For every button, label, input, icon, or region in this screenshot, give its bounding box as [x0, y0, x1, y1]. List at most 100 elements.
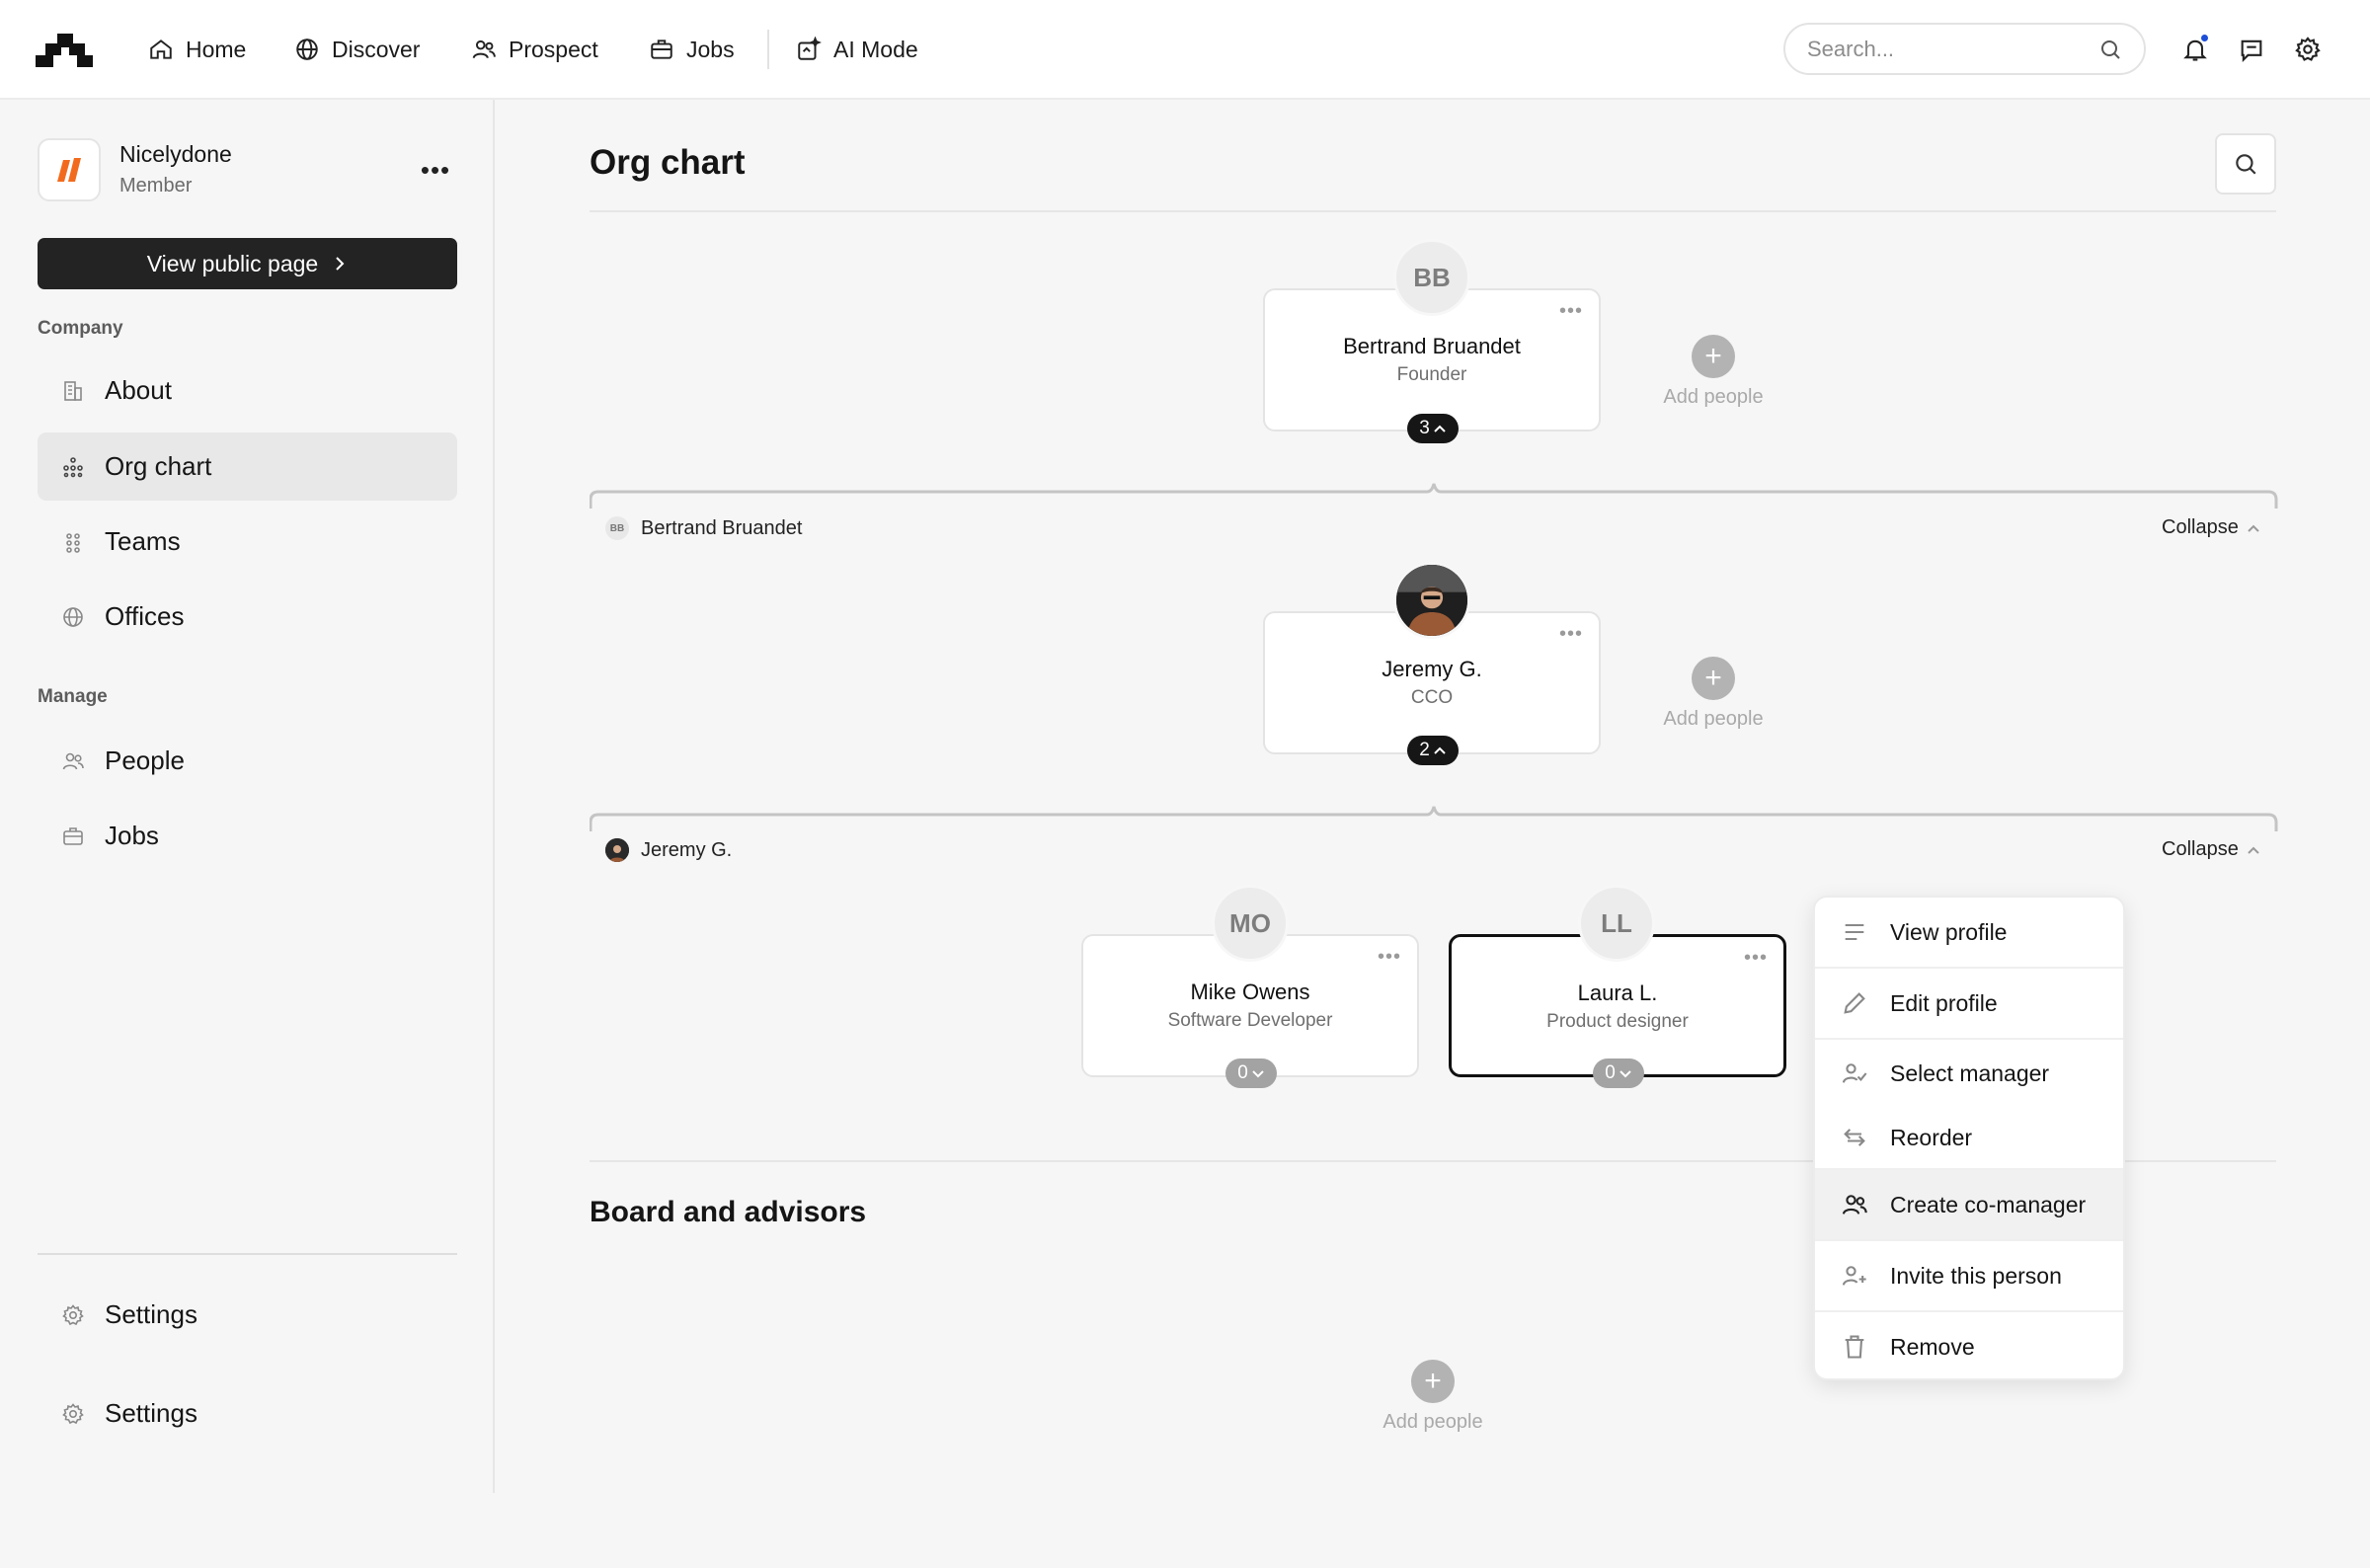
- sidebar-item-teams[interactable]: Teams: [38, 508, 457, 576]
- pencil-icon: [1844, 992, 1865, 1014]
- nav-ai-mode[interactable]: AI Mode: [796, 30, 918, 69]
- menu-item-create-co-manager[interactable]: Create co-manager: [1815, 1170, 2123, 1239]
- company-card: Nicelydone Member •••: [38, 137, 457, 202]
- menu-item-label: View profile: [1890, 918, 2008, 945]
- person-role: Founder: [1396, 364, 1467, 385]
- reports-count: 0: [1237, 1062, 1248, 1083]
- nav-jobs[interactable]: Jobs: [649, 30, 735, 69]
- search-icon: [2101, 39, 2120, 59]
- briefcase-icon: [651, 39, 672, 59]
- reports-toggle[interactable]: 2: [1407, 736, 1459, 765]
- page-title: Org chart: [590, 143, 746, 182]
- card-more-button[interactable]: •••: [1559, 300, 1583, 323]
- chevron-down-icon: [1620, 1070, 1631, 1078]
- teams-icon: [66, 532, 80, 553]
- mini-avatar-photo: [605, 838, 629, 862]
- menu-item-label: Select manager: [1890, 1059, 2050, 1086]
- sidebar-item-org-chart[interactable]: Org chart: [38, 432, 457, 501]
- branch-connector: [590, 806, 2278, 831]
- collapse-button[interactable]: Collapse: [2162, 516, 2260, 539]
- nav-home[interactable]: Home: [148, 30, 246, 69]
- card-more-button[interactable]: •••: [1559, 623, 1583, 646]
- collapse-label: Collapse: [2162, 516, 2239, 538]
- sidebar-item-offices[interactable]: Offices: [38, 583, 457, 651]
- branch-connector: [590, 483, 2278, 509]
- notification-dot: [2200, 34, 2209, 42]
- settings-button[interactable]: [2292, 34, 2324, 65]
- menu-item-reorder[interactable]: Reorder: [1815, 1107, 2123, 1168]
- add-people-button[interactable]: + Add people: [1644, 335, 1782, 409]
- menu-item-invite-person[interactable]: Invite this person: [1815, 1241, 2123, 1310]
- nav-discover-label: Discover: [332, 36, 421, 62]
- person-name: Bertrand Bruandet: [1343, 334, 1521, 358]
- sidebar-item-about[interactable]: About: [38, 356, 457, 425]
- sidebar-item-jobs[interactable]: Jobs: [38, 802, 457, 870]
- card-more-button[interactable]: •••: [1744, 947, 1768, 970]
- nav-jobs-label: Jobs: [686, 36, 735, 62]
- reports-toggle[interactable]: 0: [1593, 1058, 1644, 1088]
- global-search[interactable]: [1783, 23, 2146, 75]
- plus-icon: +: [1692, 657, 1735, 700]
- nav-prospect[interactable]: Prospect: [471, 30, 598, 69]
- chevron-up-icon: [1434, 425, 1446, 432]
- gear-icon: [2295, 37, 2321, 61]
- menu-item-label: Create co-manager: [1890, 1191, 2087, 1217]
- sidebar-item-label: Offices: [105, 601, 185, 631]
- lines-icon: [1845, 923, 1864, 941]
- sidebar-item-label: Teams: [105, 526, 181, 556]
- avatar: LL: [1578, 885, 1655, 962]
- reports-toggle[interactable]: 3: [1407, 414, 1459, 443]
- messages-button[interactable]: [2236, 34, 2267, 65]
- chevron-up-icon: [1434, 746, 1446, 754]
- person-role: Product designer: [1546, 1011, 1689, 1032]
- add-people-button[interactable]: + Add people: [1364, 1360, 1502, 1434]
- menu-item-label: Edit profile: [1890, 989, 1998, 1016]
- org-chart-search-button[interactable]: [2215, 133, 2276, 195]
- sidebar-item-settings-secondary[interactable]: Settings: [38, 1379, 457, 1448]
- top-navigation-bar: Home Discover Prospect Jobs AI Mode: [0, 0, 2370, 100]
- message-icon: [2241, 39, 2262, 63]
- menu-item-remove[interactable]: Remove: [1815, 1312, 2123, 1378]
- person-name: Laura L.: [1577, 980, 1658, 1005]
- add-people-label: Add people: [1663, 708, 1764, 730]
- nav-divider: [767, 30, 769, 69]
- person-photo: [1396, 565, 1467, 636]
- chevron-right-icon: [336, 257, 345, 271]
- menu-item-edit-profile[interactable]: Edit profile: [1815, 969, 2123, 1038]
- card-context-menu: View profile Edit profile Select manager…: [1813, 896, 2125, 1380]
- company-logo[interactable]: [38, 138, 101, 201]
- view-public-page-button[interactable]: View public page: [38, 238, 457, 289]
- add-people-button[interactable]: + Add people: [1644, 657, 1782, 731]
- manage-section-label: Manage: [38, 686, 108, 707]
- menu-item-label: Invite this person: [1890, 1262, 2062, 1289]
- chevron-down-icon: [1252, 1070, 1264, 1078]
- users-icon: [1842, 1195, 1867, 1215]
- mini-avatar: BB: [605, 516, 629, 540]
- company-role: Member: [119, 175, 193, 196]
- branch-name: Bertrand Bruandet: [641, 516, 803, 539]
- notifications-button[interactable]: [2179, 34, 2211, 65]
- company-more-button[interactable]: •••: [416, 155, 455, 185]
- view-public-page-label: View public page: [146, 250, 319, 276]
- person-role: Software Developer: [1167, 1010, 1333, 1031]
- sidebar-item-people[interactable]: People: [38, 727, 457, 795]
- app-logo[interactable]: [36, 30, 95, 69]
- menu-item-select-manager[interactable]: Select manager: [1815, 1040, 2123, 1107]
- nav-discover[interactable]: Discover: [294, 30, 420, 69]
- menu-item-view-profile[interactable]: View profile: [1815, 898, 2123, 967]
- briefcase-icon: [63, 826, 83, 845]
- users-icon: [472, 39, 496, 59]
- card-more-button[interactable]: •••: [1378, 946, 1401, 969]
- reports-count: 0: [1605, 1062, 1616, 1083]
- reports-toggle[interactable]: 0: [1225, 1058, 1277, 1088]
- person-name: Mike Owens: [1190, 980, 1310, 1004]
- chevron-up-icon: [2248, 524, 2259, 532]
- swap-icon: [1844, 1129, 1865, 1146]
- sidebar-item-settings[interactable]: Settings: [38, 1281, 457, 1349]
- branch-name: Jeremy G.: [641, 838, 733, 861]
- collapse-button[interactable]: Collapse: [2162, 838, 2260, 861]
- search-input[interactable]: [1807, 36, 2084, 62]
- add-people-label: Add people: [1382, 1411, 1483, 1433]
- board-and-advisors-title: Board and advisors: [590, 1196, 867, 1228]
- user-check-icon: [1842, 1063, 1867, 1083]
